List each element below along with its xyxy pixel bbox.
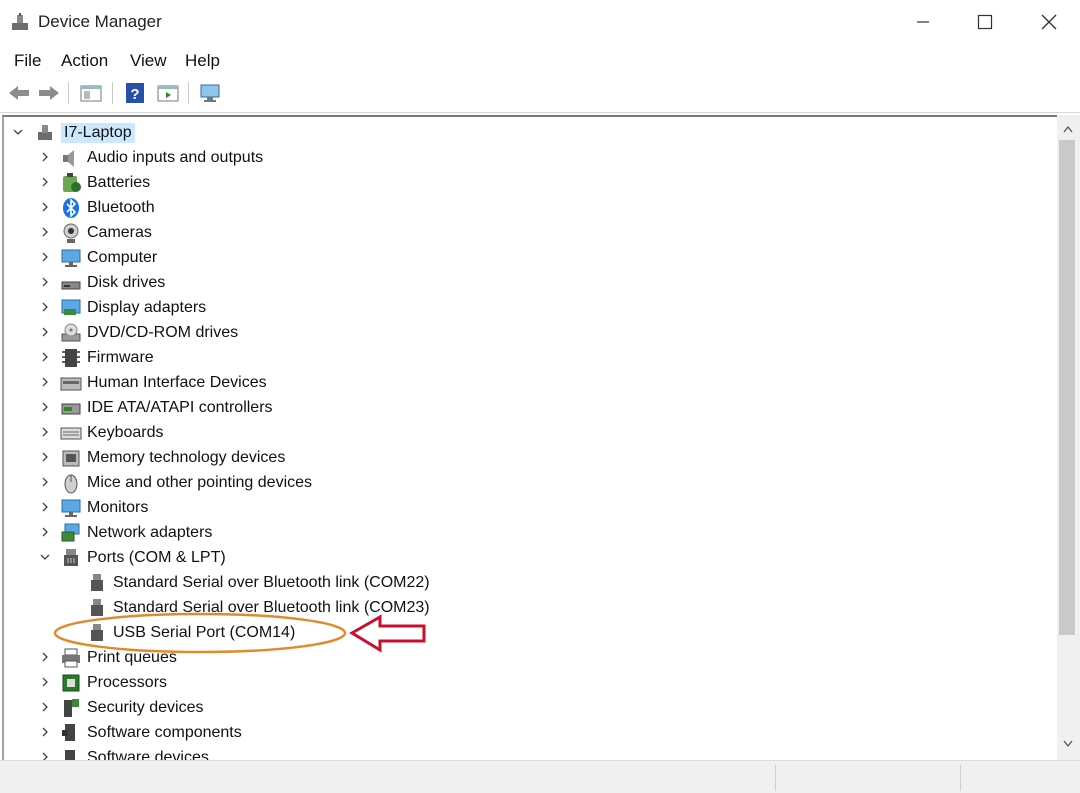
highlight-ellipse <box>53 612 347 654</box>
pointer-arrow-icon <box>349 614 426 653</box>
annotation-overlay <box>53 612 426 654</box>
status-divider <box>960 765 961 791</box>
status-bar <box>0 760 1080 793</box>
status-divider <box>775 765 776 791</box>
